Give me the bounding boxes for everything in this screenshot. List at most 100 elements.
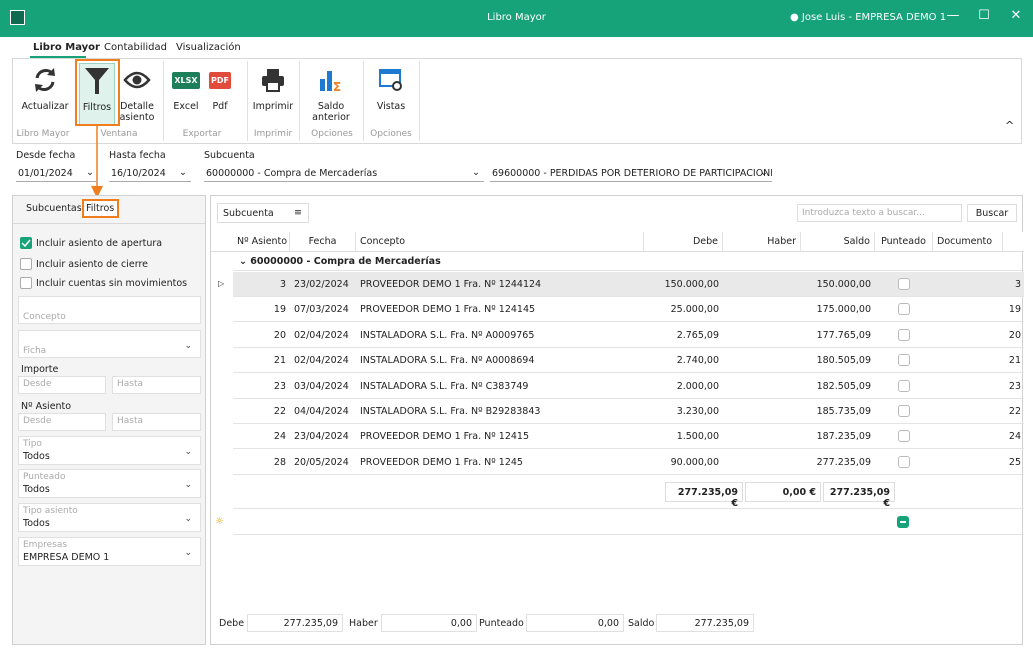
desde-fecha-picker[interactable]: 01/01/2024 ⌄ [16,164,98,182]
col-fecha[interactable]: Fecha [290,232,356,252]
close-button[interactable]: ✕ [1001,8,1031,23]
maximize-button[interactable]: ☐ [969,8,999,23]
saldo-label-1: Saldo [317,101,345,112]
tab-visualizacion[interactable]: Visualización [176,42,241,53]
punteado-checkbox[interactable] [898,430,910,443]
cell-fecha: 02/04/2024 [294,355,349,367]
svg-text:Σ: Σ [333,80,341,93]
cell-haber [723,297,801,322]
excel-button[interactable]: XLSX Excel [169,63,203,112]
group-by-label: Subcuenta [223,208,274,219]
tipo-select[interactable]: Tipo Todos ⌄ [18,436,201,465]
chevron-down-icon: ⌄ [184,548,192,558]
tab-libro-mayor[interactable]: Libro Mayor [33,42,100,53]
empresas-select[interactable]: Empresas EMPRESA DEMO 1 ⌄ [18,537,201,566]
importe-hasta-input[interactable]: Hasta [112,376,201,394]
col-punteado[interactable]: Punteado [875,232,933,252]
check-cierre[interactable] [20,258,32,270]
saldo-label-2: anterior [312,112,350,123]
tipo-asiento-select[interactable]: Tipo asiento Todos ⌄ [18,503,201,532]
tab-contabilidad[interactable]: Contabilidad [104,42,167,53]
tipo-value: Todos [23,451,50,462]
asiento-desde-input[interactable]: Desde [18,413,106,431]
hasta-fecha-value: 16/10/2024 [111,168,166,179]
punteado-checkbox[interactable] [898,328,910,341]
col-saldo[interactable]: Saldo [801,232,875,252]
pdf-button[interactable]: PDF Pdf [207,63,233,112]
group-by-subcuenta-button[interactable]: Subcuenta ≡ [217,203,309,223]
imprimir-button[interactable]: Imprimir [251,63,295,112]
check-sin-movimientos[interactable] [20,277,32,289]
punteado-checkbox[interactable] [898,455,910,468]
group-row[interactable]: ⌄ 60000000 - Compra de Mercaderías [233,253,1024,271]
user-info[interactable]: ● Jose Luis - EMPRESA DEMO 1 [790,12,946,23]
minimize-button[interactable]: — [938,8,968,23]
table-row[interactable]: 3 23/02/2024 PROVEEDOR DEMO 1 Fra. Nº 1244… [233,272,1024,297]
cell-saldo: 187.235,09 [816,431,871,443]
pdf-icon: PDF [209,71,231,89]
check-apertura[interactable] [20,237,32,249]
cell-documento: 19 [1008,304,1021,316]
cell-saldo: 182.505,09 [816,380,871,392]
table-row[interactable]: 20 02/04/2024 INSTALADORA S.L. Fra. Nº A00… [233,323,1024,348]
subcuenta-from-select[interactable]: 60000000 - Compra de Mercaderías ⌄ [204,164,484,182]
punteado-checkbox[interactable] [898,354,910,367]
tipo-asiento-value: Todos [23,518,50,529]
table-row[interactable]: 19 07/03/2024 PROVEEDOR DEMO 1 Fra. Nº 124… [233,297,1024,323]
punteado-checkbox[interactable] [898,379,910,392]
punteado-indeterminate-checkbox[interactable] [897,516,909,528]
table-row[interactable]: 24 23/04/2024 PROVEEDOR DEMO 1 Fra. Nº 124… [233,424,1024,450]
ficha-select[interactable]: Ficha ⌄ [18,330,201,358]
punteado-checkbox[interactable] [898,405,910,417]
sort-icon: ≡ [294,207,302,218]
search-button[interactable]: Buscar [967,204,1017,222]
search-input[interactable]: Introduzca texto a buscar... [797,204,962,222]
col-documento[interactable]: Documento [933,232,1003,252]
punteado-select[interactable]: Punteado Todos ⌄ [18,469,201,498]
user-label: Jose Luis - EMPRESA DEMO 1 [801,12,947,23]
actualizar-button[interactable]: Actualizar [19,63,71,112]
chevron-down-icon: ⌄ [184,341,192,351]
vistas-button[interactable]: Vistas [369,63,413,112]
punteado-checkbox[interactable] [898,278,910,290]
cell-concepto: INSTALADORA S.L. Fra. Nº A0008694 [360,355,535,367]
punteado-checkbox[interactable] [898,303,910,316]
table-row[interactable]: 22 04/04/2024 INSTALADORA S.L. Fra. Nº B29… [233,399,1024,424]
tab-subcuentas[interactable]: Subcuentas [26,203,82,214]
cell-concepto: PROVEEDOR DEMO 1 Fra. Nº 1244124 [360,279,542,290]
cell-debe: 3.230,00 [676,406,719,417]
cell-haber [723,323,801,348]
collapse-ribbon-button[interactable]: ^ [1005,119,1014,132]
table-row[interactable]: 23 03/04/2024 INSTALADORA S.L. Fra. Nº C38… [233,374,1024,399]
ledger-grid: Subcuenta ≡ Introduzca texto a buscar... … [210,195,1024,645]
footer-saldo-value: 277.235,09 [656,614,754,632]
new-row-icon[interactable]: ☼ [215,516,224,527]
asiento-hasta-input[interactable]: Hasta [112,413,201,431]
col-concepto[interactable]: Concepto [356,232,644,252]
tab-filtros[interactable]: Filtros [82,199,119,218]
subcuenta-to-select[interactable]: 69600000 - PERDIDAS POR DETERIORO DE PAR… [490,164,772,182]
importe-desde-input[interactable]: Desde [18,376,106,394]
separator [163,61,164,141]
cell-debe: 1.500,00 [676,431,719,443]
total-debe: 277.235,09 € [665,482,743,509]
concepto-field[interactable]: Concepto [18,296,201,324]
actualizar-label: Actualizar [21,101,69,112]
table-row[interactable]: 21 02/04/2024 INSTALADORA S.L. Fra. Nº A00… [233,348,1024,374]
col-asiento[interactable]: Nº Asiento [233,232,290,252]
table-row[interactable]: 28 20/05/2024 PROVEEDOR DEMO 1 Fra. Nº 124… [233,450,1024,475]
cell-haber [723,348,801,373]
col-debe[interactable]: Debe [644,232,723,252]
cell-asiento: 23 [273,380,286,392]
col-haber[interactable]: Haber [723,232,801,252]
new-row[interactable] [233,509,1024,535]
refresh-icon [35,68,55,92]
tipo-asiento-label: Tipo asiento [23,506,78,516]
saldo-anterior-button[interactable]: Σ Saldo anterior [305,63,357,123]
detalle-asiento-button[interactable]: Detalle asiento [117,63,157,123]
cell-fecha: 20/05/2024 [294,456,349,468]
hasta-fecha-picker[interactable]: 16/10/2024 ⌄ [109,164,191,182]
cell-fecha: 03/04/2024 [294,380,349,392]
bar-chart-sum-icon: Σ [320,71,341,93]
ficha-placeholder: Ficha [23,346,47,356]
